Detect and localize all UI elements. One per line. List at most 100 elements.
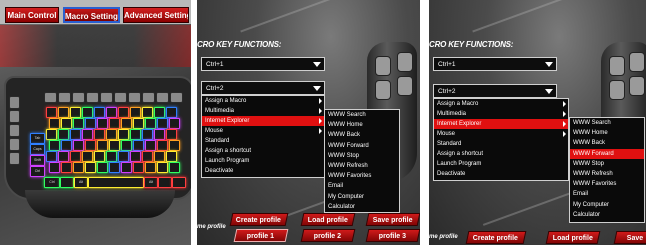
keyboard-key[interactable] — [157, 140, 168, 151]
caps-lock-key[interactable]: Caps Lock — [30, 144, 45, 155]
submenu-item-www-forward[interactable]: WWW Forward — [325, 141, 399, 151]
menu-item-assign-a-shortcut[interactable]: Assign a shortcut — [202, 146, 324, 156]
save-profile-button[interactable]: Save profile — [365, 213, 420, 226]
keyboard-key[interactable] — [106, 107, 117, 118]
tab-key[interactable]: Tab — [30, 133, 45, 144]
keyboard-key[interactable] — [82, 107, 93, 118]
keyboard-key[interactable] — [94, 151, 105, 162]
keyboard-key[interactable] — [58, 129, 69, 140]
keyboard-key[interactable] — [157, 118, 168, 129]
submenu-item-email[interactable]: Email — [570, 189, 644, 199]
submenu-item-www-back[interactable]: WWW Back — [570, 138, 644, 148]
keyboard-key[interactable] — [70, 107, 81, 118]
keyboard-key[interactable] — [58, 107, 69, 118]
function-key[interactable] — [142, 92, 155, 103]
keyboard-key[interactable] — [46, 151, 57, 162]
submenu-item-www-favorites[interactable]: WWW Favorites — [325, 171, 399, 181]
submenu-item-www-stop[interactable]: WWW Stop — [325, 151, 399, 161]
submenu-item-email[interactable]: Email — [325, 181, 399, 191]
keyboard-key[interactable] — [166, 151, 177, 162]
menu-item-launch-program[interactable]: Launch Program — [434, 159, 568, 169]
keyboard-key[interactable] — [142, 129, 153, 140]
keyboard-key[interactable] — [118, 107, 129, 118]
menu-item-deactivate[interactable]: Deactivate — [434, 169, 568, 179]
macro-key-select-2[interactable]: Ctrl+2 — [433, 84, 557, 98]
tab-macro-settings[interactable]: Macro Settings — [63, 7, 120, 23]
function-key[interactable] — [128, 92, 141, 103]
keyboard-key[interactable] — [133, 162, 144, 173]
submenu-item-calculator[interactable]: Calculator — [570, 210, 644, 220]
keyboard-key[interactable] — [169, 140, 180, 151]
function-key[interactable] — [100, 92, 113, 103]
keyboard-key[interactable] — [142, 107, 153, 118]
keyboard-key[interactable] — [61, 162, 72, 173]
menu-item-mouse[interactable]: Mouse — [434, 129, 568, 139]
spacebar-key[interactable] — [88, 177, 144, 188]
save-profile-button[interactable]: Save — [613, 231, 646, 244]
ctrl-key[interactable]: Ctrl — [30, 166, 45, 177]
bottom-key[interactable]: Alt — [144, 177, 158, 188]
submenu-item-www-back[interactable]: WWW Back — [325, 130, 399, 140]
function-key[interactable] — [114, 92, 127, 103]
load-profile-button[interactable]: Load profile — [545, 231, 601, 244]
macro-key[interactable] — [9, 152, 20, 165]
keyboard-key[interactable] — [154, 107, 165, 118]
menu-item-internet-explorer[interactable]: Internet Explorer — [434, 119, 568, 129]
keyboard-key[interactable] — [94, 107, 105, 118]
keyboard-key[interactable] — [109, 140, 120, 151]
function-key[interactable] — [44, 92, 57, 103]
submenu-item-www-refresh[interactable]: WWW Refresh — [570, 169, 644, 179]
keyboard-key[interactable] — [133, 140, 144, 151]
macro-key-select-1[interactable]: Ctrl+1 — [433, 57, 557, 71]
menu-item-standard[interactable]: Standard — [202, 136, 324, 146]
create-profile-button[interactable]: Create profile — [465, 231, 527, 244]
function-key[interactable] — [58, 92, 71, 103]
tab-main-control[interactable]: Main Control — [5, 7, 59, 23]
keyboard-key[interactable] — [106, 129, 117, 140]
keyboard-key[interactable] — [121, 118, 132, 129]
keyboard-key[interactable] — [109, 118, 120, 129]
keyboard-key[interactable] — [130, 129, 141, 140]
keyboard-key[interactable] — [97, 140, 108, 151]
bottom-key[interactable] — [158, 177, 172, 188]
submenu-item-www-home[interactable]: WWW Home — [325, 120, 399, 130]
keyboard-key[interactable] — [46, 107, 57, 118]
macro-key-select-2[interactable]: Ctrl+2 — [201, 81, 325, 95]
macro-key[interactable] — [9, 124, 20, 137]
menu-item-launch-program[interactable]: Launch Program — [202, 156, 324, 166]
keyboard-key[interactable] — [130, 107, 141, 118]
keyboard-key[interactable] — [118, 151, 129, 162]
keyboard-key[interactable] — [130, 151, 141, 162]
profile-1-button[interactable]: profile 1 — [233, 229, 289, 242]
function-key[interactable] — [170, 92, 183, 103]
keyboard-key[interactable] — [142, 151, 153, 162]
tab-advanced-settings[interactable]: Advanced Settings — [123, 7, 189, 23]
keyboard-key[interactable] — [85, 140, 96, 151]
submenu-item-calculator[interactable]: Calculator — [325, 202, 399, 212]
keyboard-key[interactable] — [145, 162, 156, 173]
keyboard-key[interactable] — [97, 118, 108, 129]
keyboard-key[interactable] — [166, 107, 177, 118]
keyboard-key[interactable] — [73, 162, 84, 173]
create-profile-button[interactable]: Create profile — [229, 213, 289, 226]
keyboard-key[interactable] — [73, 140, 84, 151]
keyboard-key[interactable] — [121, 140, 132, 151]
load-profile-button[interactable]: Load profile — [300, 213, 356, 226]
keyboard-key[interactable] — [145, 118, 156, 129]
keyboard-key[interactable] — [109, 162, 120, 173]
keyboard-key[interactable] — [70, 129, 81, 140]
keyboard-key[interactable] — [154, 151, 165, 162]
keyboard-key[interactable] — [61, 118, 72, 129]
submenu-item-www-favorites[interactable]: WWW Favorites — [570, 179, 644, 189]
keyboard-key[interactable] — [73, 118, 84, 129]
menu-item-multimedia[interactable]: Multimedia — [202, 106, 324, 116]
bottom-key[interactable]: Ctrl — [44, 177, 60, 188]
submenu-item-www-search[interactable]: WWW Search — [570, 118, 644, 128]
keyboard-key[interactable] — [46, 129, 57, 140]
function-key[interactable] — [72, 92, 85, 103]
keyboard-key[interactable] — [106, 151, 117, 162]
bottom-key[interactable]: Alt — [74, 177, 88, 188]
menu-item-internet-explorer[interactable]: Internet Explorer — [202, 116, 324, 126]
submenu-item-my-computer[interactable]: My Computer — [570, 200, 644, 210]
keyboard-key[interactable] — [58, 151, 69, 162]
